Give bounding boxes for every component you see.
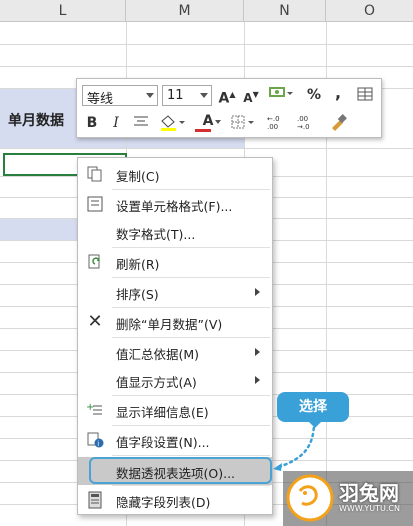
chevron-down-icon	[200, 93, 208, 98]
font-color-button[interactable]: A	[193, 111, 223, 132]
watermark-brand: 羽兔网	[339, 481, 399, 505]
submenu-arrow-icon	[255, 348, 260, 356]
refresh-icon	[86, 253, 104, 271]
menu-item-label: 复制(C)	[116, 169, 160, 184]
menu-item-number-format[interactable]: 数字格式(T)...	[78, 218, 272, 246]
column-header-m[interactable]: M	[126, 0, 244, 22]
delete-x-icon: ✕	[87, 311, 103, 332]
column-headers: L M N O	[0, 0, 413, 22]
field-list-icon	[86, 491, 104, 509]
submenu-arrow-icon	[255, 288, 260, 296]
svg-text:.00: .00	[267, 123, 278, 131]
menu-item-value-field-settings[interactable]: i 值字段设置(N)...	[78, 426, 272, 454]
column-header-l[interactable]: L	[0, 0, 126, 22]
format-painter-button[interactable]	[327, 113, 349, 133]
font-color-letter: A	[202, 113, 214, 129]
menu-item-label: 数字格式(T)...	[116, 227, 196, 242]
svg-text:i: i	[97, 440, 99, 448]
paintbrush-icon	[332, 114, 347, 131]
highlight-outline	[89, 457, 272, 484]
menu-item-summarize-by[interactable]: 值汇总依据(M)	[78, 338, 272, 366]
font-name-select[interactable]: 等线	[82, 85, 158, 107]
watermark-url: WWW.YUTU.CN	[339, 504, 400, 513]
menu-item-label: 刷新(R)	[116, 257, 160, 272]
grow-font-button[interactable]: A▲	[217, 85, 237, 107]
table-format-icon	[357, 87, 373, 101]
format-painter-table-button[interactable]	[355, 85, 375, 105]
menu-item-label: 值汇总依据(M)	[116, 347, 200, 362]
align-center-icon	[134, 116, 148, 126]
increase-decimal-button[interactable]: ←.0 .00	[265, 113, 291, 133]
menu-item-refresh[interactable]: 刷新(R)	[78, 248, 272, 276]
menu-item-format-cells[interactable]: 设置单元格格式(F)...	[78, 190, 272, 218]
format-cells-icon	[86, 195, 104, 213]
font-size-select[interactable]: 11	[162, 85, 212, 106]
increase-decimal-icon: ←.0 .00	[267, 115, 280, 131]
italic-button[interactable]: I	[107, 113, 125, 133]
menu-item-label: 值显示方式(A)	[116, 375, 197, 390]
decrease-decimal-icon: .00 →.0	[297, 115, 310, 131]
submenu-arrow-icon	[255, 376, 260, 384]
menu-item-show-details[interactable]: + 显示详细信息(E)	[78, 396, 272, 424]
mini-toolbar: 等线 11 A▲ A▼ % , B I A ←.0 .00 .00 →.0	[76, 78, 382, 138]
field-settings-icon: i	[86, 431, 104, 449]
svg-text:+: +	[86, 402, 94, 413]
comma-style-button[interactable]: ,	[331, 83, 345, 103]
menu-item-delete[interactable]: ✕ 删除“单月数据”(V)	[78, 308, 272, 336]
menu-item-label: 删除“单月数据”(V)	[116, 317, 223, 332]
decrease-decimal-button[interactable]: .00 →.0	[295, 113, 321, 133]
menu-item-label: 排序(S)	[116, 287, 159, 302]
borders-button[interactable]	[229, 113, 257, 133]
currency-icon	[269, 87, 293, 97]
menu-item-label: 隐藏字段列表(D)	[116, 495, 211, 510]
fill-color-button[interactable]	[157, 113, 187, 133]
chevron-down-icon	[146, 93, 154, 98]
callout-label: 选择	[277, 392, 349, 428]
show-details-icon: +	[86, 401, 104, 419]
column-header-o[interactable]: O	[326, 0, 413, 22]
align-center-button[interactable]	[131, 113, 151, 133]
menu-item-sort[interactable]: 排序(S)	[78, 278, 272, 306]
callout-connector	[273, 420, 316, 471]
bold-button[interactable]: B	[83, 113, 101, 133]
currency-format-button[interactable]	[265, 84, 295, 104]
menu-item-copy[interactable]: 复制(C)	[78, 160, 272, 188]
percent-button[interactable]: %	[305, 85, 323, 105]
column-header-n[interactable]: N	[244, 0, 326, 22]
menu-item-show-values-as[interactable]: 值显示方式(A)	[78, 366, 272, 394]
borders-icon	[231, 115, 254, 129]
menu-item-label: 显示详细信息(E)	[116, 405, 209, 420]
font-color-swatch	[195, 129, 211, 132]
menu-item-hide-field-list[interactable]: 隐藏字段列表(D)	[78, 486, 272, 514]
svg-text:←.0: ←.0	[267, 115, 280, 123]
cell-label[interactable]: 单月数据	[8, 110, 64, 130]
svg-text:.00: .00	[297, 115, 308, 123]
shrink-font-button[interactable]: A▼	[241, 85, 261, 105]
copy-icon	[86, 165, 104, 183]
svg-text:→.0: →.0	[297, 123, 310, 131]
font-name-value: 等线	[87, 92, 114, 107]
menu-item-label: 设置单元格格式(F)...	[116, 199, 233, 214]
font-size-value: 11	[167, 88, 184, 103]
fill-bucket-icon	[161, 115, 185, 131]
watermark: 羽兔网 WWW.YUTU.CN	[283, 471, 413, 526]
menu-item-label: 值字段设置(N)...	[116, 435, 210, 450]
